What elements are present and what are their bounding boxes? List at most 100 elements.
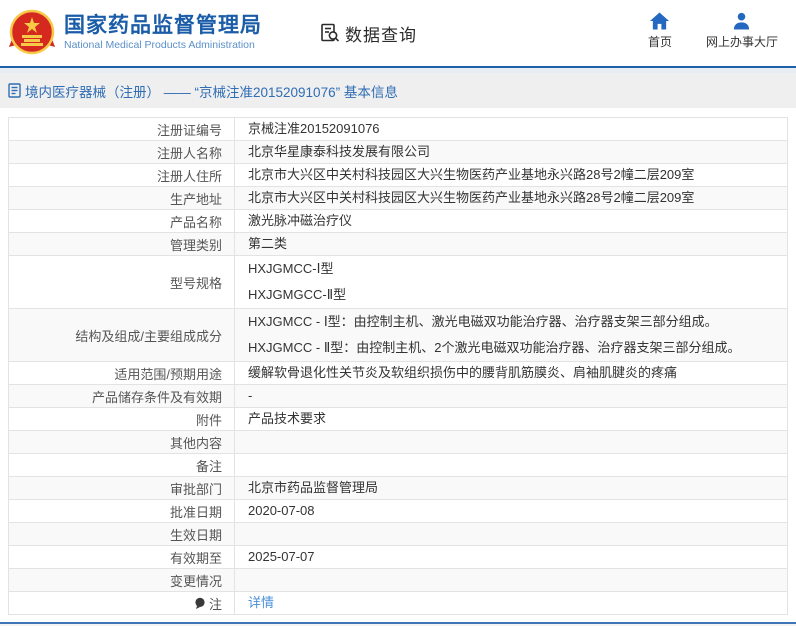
national-emblem-icon <box>8 9 56 57</box>
row-label-text: 注册人名称 <box>157 143 222 162</box>
row-value-line: 第二类 <box>248 233 787 255</box>
row-label-text: 变更情况 <box>170 571 222 590</box>
nav-item-service-hall[interactable]: 网上办事大厅 <box>706 12 778 50</box>
row-label: 其他内容 <box>9 431 234 453</box>
note-icon <box>194 597 206 609</box>
table-row: 注册证编号 京械注准20152091076 <box>9 118 787 141</box>
row-label: 注册证编号 <box>9 118 234 140</box>
table-row: 生效日期 <box>9 523 787 546</box>
agency-title: 国家药品监督管理局 <box>64 14 262 38</box>
row-value: 详情 <box>234 592 787 614</box>
row-label-text: 适用范围/预期用途 <box>114 364 222 383</box>
row-label-text: 产品名称 <box>170 212 222 231</box>
row-label-text: 管理类别 <box>170 235 222 254</box>
row-label: 生效日期 <box>9 523 234 545</box>
row-label: 批准日期 <box>9 500 234 522</box>
row-value-line: 北京市大兴区中关村科技园区大兴生物医药产业基地永兴路28号2幢二层209室 <box>248 164 787 186</box>
table-row: 型号规格 HXJGMCC-Ⅰ型HXJGMGCC-Ⅱ型 <box>9 256 787 309</box>
table-row: 注 详情 <box>9 592 787 615</box>
row-label: 结构及组成/主要组成成分 <box>9 309 234 361</box>
table-row: 产品储存条件及有效期 - <box>9 385 787 408</box>
row-label: 备注 <box>9 454 234 476</box>
row-value-line: HXJGMCC-Ⅰ型 <box>248 256 787 282</box>
spacer <box>0 108 796 117</box>
row-value <box>234 523 787 545</box>
row-label-text: 注册人住所 <box>157 166 222 185</box>
row-value: 北京市大兴区中关村科技园区大兴生物医药产业基地永兴路28号2幢二层209室 <box>234 164 787 186</box>
row-value-line: 激光脉冲磁治疗仪 <box>248 210 787 232</box>
agency-subtitle: National Medical Products Administration <box>64 38 262 52</box>
row-value-line: HXJGMGCC-Ⅱ型 <box>248 282 787 308</box>
row-label: 注册人名称 <box>9 141 234 163</box>
nav-item-home[interactable]: 首页 <box>648 12 672 50</box>
row-label: 审批部门 <box>9 477 234 499</box>
agency-logo[interactable]: 国家药品监督管理局 National Medical Products Admi… <box>8 9 262 57</box>
row-value-line: 京械注准20152091076 <box>248 118 787 140</box>
row-label-text: 有效期至 <box>170 548 222 567</box>
row-value-line: 产品技术要求 <box>248 408 787 430</box>
row-label-text: 生效日期 <box>170 525 222 544</box>
row-value: 激光脉冲磁治疗仪 <box>234 210 787 232</box>
row-value: HXJGMCC-Ⅰ型HXJGMGCC-Ⅱ型 <box>234 256 787 308</box>
row-label-text: 附件 <box>196 410 222 429</box>
detail-link[interactable]: 详情 <box>248 592 787 614</box>
registration-info-table: 注册证编号京械注准20152091076注册人名称北京华星康泰科技发展有限公司注… <box>8 117 788 615</box>
header-nav: 首页 网上办事大厅 <box>648 12 778 50</box>
row-value: 北京市药品监督管理局 <box>234 477 787 499</box>
row-label: 生产地址 <box>9 187 234 209</box>
row-value-line: HXJGMCC - Ⅰ型：由控制主机、激光电磁双功能治疗器、治疗器支架三部分组成… <box>248 309 787 335</box>
row-label-text: 备注 <box>196 456 222 475</box>
table-row: 审批部门 北京市药品监督管理局 <box>9 477 787 500</box>
row-label-text: 注 <box>209 594 222 613</box>
row-label-text: 批准日期 <box>170 502 222 521</box>
home-icon <box>650 12 669 30</box>
row-label-text: 产品储存条件及有效期 <box>92 387 222 406</box>
row-value-line: HXJGMCC - Ⅱ型：由控制主机、2个激光电磁双功能治疗器、治疗器支架三部分… <box>248 335 787 361</box>
row-value: 第二类 <box>234 233 787 255</box>
row-value: 北京华星康泰科技发展有限公司 <box>234 141 787 163</box>
row-value: 缓解软骨退化性关节炎及软组织损伤中的腰背肌筋膜炎、肩袖肌腱炎的疼痛 <box>234 362 787 384</box>
row-label: 管理类别 <box>9 233 234 255</box>
row-value-line: 北京市药品监督管理局 <box>248 477 787 499</box>
row-label-text: 审批部门 <box>170 479 222 498</box>
row-label: 产品储存条件及有效期 <box>9 385 234 407</box>
row-value-line: - <box>248 385 787 407</box>
agency-title-block: 国家药品监督管理局 National Medical Products Admi… <box>64 14 262 52</box>
user-icon <box>732 12 751 30</box>
row-label: 产品名称 <box>9 210 234 232</box>
data-query-section[interactable]: 数据查询 <box>320 21 417 46</box>
table-row: 批准日期 2020-07-08 <box>9 500 787 523</box>
row-label-text: 注册证编号 <box>157 120 222 139</box>
table-row: 附件 产品技术要求 <box>9 408 787 431</box>
row-label: 附件 <box>9 408 234 430</box>
breadcrumb-text: 境内医疗器械（注册） —— “京械注准20152091076” 基本信息 <box>25 81 398 101</box>
data-query-label: 数据查询 <box>345 21 417 46</box>
row-value-line: 2025-07-07 <box>248 546 787 568</box>
row-value: 产品技术要求 <box>234 408 787 430</box>
table-row: 生产地址 北京市大兴区中关村科技园区大兴生物医药产业基地永兴路28号2幢二层209… <box>9 187 787 210</box>
table-row: 适用范围/预期用途 缓解软骨退化性关节炎及软组织损伤中的腰背肌筋膜炎、肩袖肌腱炎的… <box>9 362 787 385</box>
table-row: 备注 <box>9 454 787 477</box>
row-label: 有效期至 <box>9 546 234 568</box>
row-value-line: 2020-07-08 <box>248 500 787 522</box>
row-label-text: 其他内容 <box>170 433 222 452</box>
row-value: 京械注准20152091076 <box>234 118 787 140</box>
row-value: 2020-07-08 <box>234 500 787 522</box>
table-row: 注册人名称北京华星康泰科技发展有限公司 <box>9 141 787 164</box>
row-label-text: 生产地址 <box>170 189 222 208</box>
row-label: 注册人住所 <box>9 164 234 186</box>
table-row: 注册人住所 北京市大兴区中关村科技园区大兴生物医药产业基地永兴路28号2幢二层20… <box>9 164 787 187</box>
row-label: 变更情况 <box>9 569 234 591</box>
row-value <box>234 569 787 591</box>
row-value <box>234 454 787 476</box>
row-label: 适用范围/预期用途 <box>9 362 234 384</box>
row-label-text: 型号规格 <box>170 273 222 292</box>
nav-label: 网上办事大厅 <box>706 33 778 50</box>
row-label: 型号规格 <box>9 256 234 308</box>
document-search-icon <box>320 23 340 43</box>
nav-label: 首页 <box>648 33 672 50</box>
row-value-line: 缓解软骨退化性关节炎及软组织损伤中的腰背肌筋膜炎、肩袖肌腱炎的疼痛 <box>248 362 787 384</box>
row-value: - <box>234 385 787 407</box>
row-value-line: 北京市大兴区中关村科技园区大兴生物医药产业基地永兴路28号2幢二层209室 <box>248 187 787 209</box>
row-value: 2025-07-07 <box>234 546 787 568</box>
